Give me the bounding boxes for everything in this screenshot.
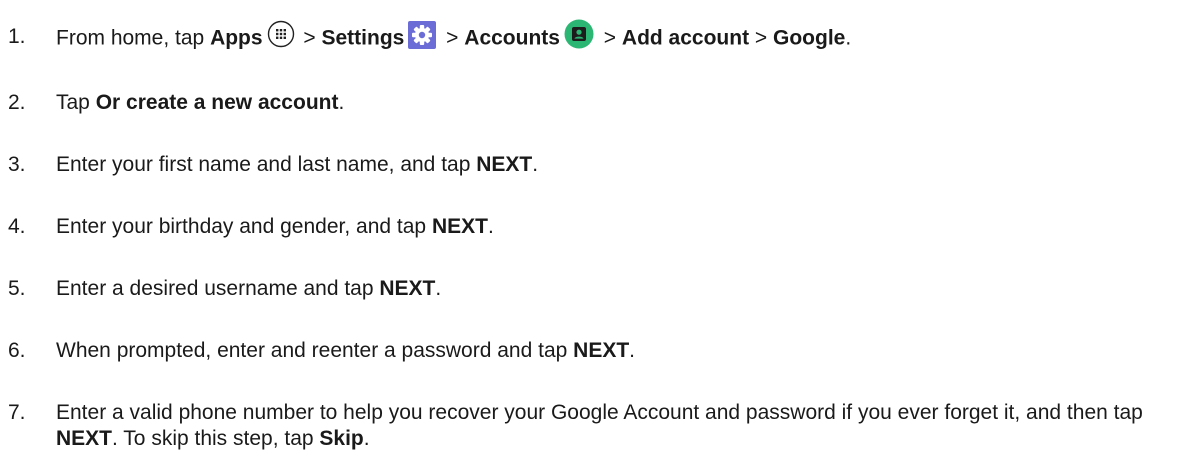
step-text: When prompted, enter and reenter a passw… (56, 339, 636, 362)
add-account-label: Add account (621, 26, 750, 50)
step-text: Enter your birthday and gender, and tap … (56, 215, 494, 238)
accounts-label: Accounts (464, 26, 560, 50)
apps-label: Apps (210, 26, 263, 50)
step-text: Enter your first name and last name, and… (56, 153, 539, 176)
step-text: Enter a desired username and tap NEXT. (56, 277, 442, 300)
step-number: 5. (8, 277, 26, 300)
step-number: 2. (8, 91, 26, 114)
step-number: 7. (8, 401, 26, 424)
settings-label: Settings (321, 26, 405, 50)
step-number: 1. (8, 25, 26, 48)
step-text: Tap Or create a new account. (56, 91, 345, 114)
apps-grid-icon (267, 20, 295, 48)
step-text: Enter a valid phone number to help you r… (56, 401, 1143, 450)
step-text: From home, tap Apps > Settings > Account… (56, 19, 851, 54)
step-number: 3. (8, 153, 26, 176)
settings-gear-icon (408, 21, 437, 49)
step-number: 6. (8, 339, 26, 362)
accounts-icon (564, 19, 594, 49)
step-number: 4. (8, 215, 26, 238)
google-label: Google (773, 26, 846, 50)
